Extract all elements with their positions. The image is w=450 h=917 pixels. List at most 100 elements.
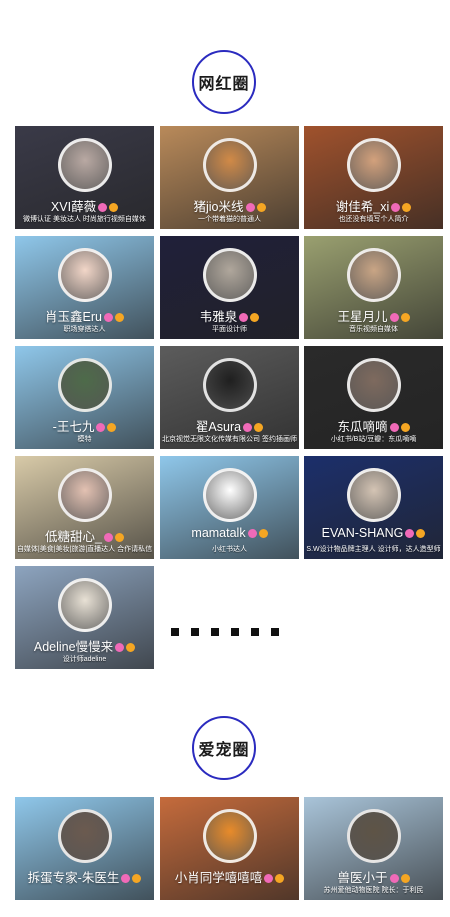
profile-name-text: 猪jio米线 bbox=[193, 200, 244, 214]
profile-card[interactable]: Adeline慢慢来设计师adeline bbox=[15, 566, 154, 669]
profile-name-text: 东瓜嘀嘀 bbox=[337, 420, 388, 434]
profile-card[interactable]: 谢佳希_xi 也还没有填写个人简介 bbox=[304, 126, 443, 229]
profile-card[interactable]: 拆蛋专家-朱医生 bbox=[15, 797, 154, 900]
profile-card[interactable]: 猪jio米线 一个带着猫的普通人 bbox=[160, 126, 299, 229]
avatar[interactable] bbox=[346, 468, 401, 522]
avatar[interactable] bbox=[202, 248, 257, 302]
profile-name-text: EVAN-SHANG bbox=[321, 526, 404, 540]
avatar[interactable] bbox=[202, 809, 257, 863]
gender-icon bbox=[247, 529, 257, 539]
profile-card[interactable]: mamatalk 小红书达人 bbox=[160, 456, 299, 559]
profile-name-text: 小肖同学嘻嘻嘻 bbox=[174, 871, 263, 885]
level-icon bbox=[254, 423, 264, 433]
profile-name[interactable]: Adeline慢慢来 bbox=[15, 636, 154, 655]
profile-card[interactable]: 兽医小于苏州爱他动物医院 院长：于利民 bbox=[304, 797, 443, 900]
avatar[interactable] bbox=[57, 248, 112, 302]
profile-description: 苏州爱他动物医院 院长：于利民 bbox=[323, 887, 424, 894]
profile-name-text: -王七九 bbox=[52, 420, 95, 434]
profile-description: 自媒体|美食|美妆|旅游|直播达人 合作请私信 bbox=[16, 546, 153, 553]
profile-name-text: 兽医小于 bbox=[337, 871, 388, 885]
profile-name-text: 翟Asura bbox=[195, 420, 242, 434]
avatar[interactable] bbox=[346, 358, 401, 412]
profile-name[interactable]: 猪jio米线 bbox=[160, 196, 299, 215]
level-icon bbox=[416, 529, 426, 539]
avatar[interactable] bbox=[346, 138, 401, 192]
gender-icon bbox=[405, 529, 415, 539]
avatar[interactable] bbox=[202, 138, 257, 192]
gender-icon bbox=[121, 874, 131, 884]
level-icon bbox=[126, 643, 136, 653]
avatar[interactable] bbox=[202, 358, 257, 412]
profile-card[interactable]: 韦雅泉平面设计师 bbox=[160, 236, 299, 339]
profile-card[interactable]: 低糖甜心_ 自媒体|美食|美妆|旅游|直播达人 合作请私信 bbox=[15, 456, 154, 559]
profile-card[interactable]: 翟Asura 北京视觉无限文化传媒有限公司 签约插画师 bbox=[160, 346, 299, 449]
profile-name[interactable]: EVAN-SHANG bbox=[304, 526, 443, 540]
level-icon bbox=[256, 203, 266, 213]
gender-icon bbox=[98, 203, 108, 213]
avatar[interactable] bbox=[57, 809, 112, 863]
avatar[interactable] bbox=[57, 578, 112, 632]
level-icon bbox=[400, 423, 410, 433]
level-icon bbox=[114, 313, 124, 323]
profile-name[interactable]: 东瓜嘀嘀 bbox=[304, 416, 443, 435]
profile-description: 设计师adeline bbox=[62, 656, 107, 663]
profile-name-text: 谢佳希_xi bbox=[335, 200, 390, 214]
profile-name[interactable]: -王七九 bbox=[15, 416, 154, 435]
profile-name-text: 韦雅泉 bbox=[199, 310, 238, 324]
level-icon bbox=[402, 203, 412, 213]
level-icon bbox=[114, 533, 124, 543]
profile-description: 小红书达人 bbox=[212, 546, 247, 553]
gender-icon bbox=[103, 313, 113, 323]
profile-name-text: 肖玉鑫Eru bbox=[45, 310, 102, 324]
profile-card[interactable]: 小肖同学嘻嘻嘻 bbox=[160, 797, 299, 900]
more-indicator[interactable] bbox=[171, 628, 279, 636]
profile-name[interactable]: 肖玉鑫Eru bbox=[15, 306, 154, 325]
profile-name[interactable]: mamatalk bbox=[160, 526, 299, 540]
level-icon bbox=[258, 529, 268, 539]
profile-name[interactable]: 拆蛋专家-朱医生 bbox=[15, 867, 154, 886]
profile-name[interactable]: 翟Asura bbox=[160, 416, 299, 435]
avatar[interactable] bbox=[57, 358, 112, 412]
profile-description: 平面设计师 bbox=[212, 326, 247, 333]
level-icon bbox=[107, 423, 117, 433]
profile-name-text: 低糖甜心_ bbox=[45, 530, 102, 544]
profile-name-text: 王星月儿 bbox=[337, 310, 388, 324]
profile-name[interactable]: 谢佳希_xi bbox=[304, 196, 443, 215]
profile-name[interactable]: 王星月儿 bbox=[304, 306, 443, 325]
profile-card[interactable]: 肖玉鑫Eru 职场穿搭达人 bbox=[15, 236, 154, 339]
avatar[interactable] bbox=[346, 248, 401, 302]
gender-icon bbox=[243, 423, 253, 433]
profile-name[interactable]: 韦雅泉 bbox=[160, 306, 299, 325]
level-icon bbox=[109, 203, 119, 213]
profile-card[interactable]: -王七九 模特 bbox=[15, 346, 154, 449]
avatar[interactable] bbox=[202, 468, 257, 522]
level-icon bbox=[250, 313, 260, 323]
profile-name-text: mamatalk bbox=[191, 526, 246, 540]
profile-card[interactable]: EVAN-SHANG S.W设计物品牌主理人 设计师，达人造型师 bbox=[304, 456, 443, 559]
section-title-text: 网红圈 bbox=[198, 76, 250, 93]
section-title-influencers: 网红圈 bbox=[192, 50, 256, 114]
profile-card[interactable]: 东瓜嘀嘀 小红书/B站/豆瓣：东瓜嘀嘀 bbox=[304, 346, 443, 449]
profile-name[interactable]: 低糖甜心_ bbox=[15, 526, 154, 545]
avatar[interactable] bbox=[346, 809, 401, 863]
avatar[interactable] bbox=[57, 468, 112, 522]
profile-name[interactable]: 兽医小于 bbox=[304, 867, 443, 886]
gender-icon bbox=[389, 423, 399, 433]
profile-name-text: XVI薛薇 bbox=[50, 200, 97, 214]
gender-icon bbox=[115, 643, 125, 653]
avatar[interactable] bbox=[57, 138, 112, 192]
level-icon bbox=[132, 874, 142, 884]
profile-name[interactable]: XVI薛薇 bbox=[15, 196, 154, 215]
gender-icon bbox=[389, 874, 399, 884]
gender-icon bbox=[239, 313, 249, 323]
gender-icon bbox=[245, 203, 255, 213]
gender-icon bbox=[264, 874, 274, 884]
gender-icon bbox=[389, 313, 399, 323]
profile-card[interactable]: 王星月儿音乐视频自媒体 bbox=[304, 236, 443, 339]
profile-name[interactable]: 小肖同学嘻嘻嘻 bbox=[160, 867, 299, 886]
profile-description: 音乐视频自媒体 bbox=[349, 326, 398, 333]
profile-card[interactable]: XVI薛薇 微博认证 美妆达人 时尚旅行视频自媒体 bbox=[15, 126, 154, 229]
profile-description: 也还没有填写个人简介 bbox=[338, 216, 409, 223]
profile-name-text: Adeline慢慢来 bbox=[33, 640, 114, 654]
profile-description: 北京视觉无限文化传媒有限公司 签约插画师 bbox=[162, 436, 297, 443]
